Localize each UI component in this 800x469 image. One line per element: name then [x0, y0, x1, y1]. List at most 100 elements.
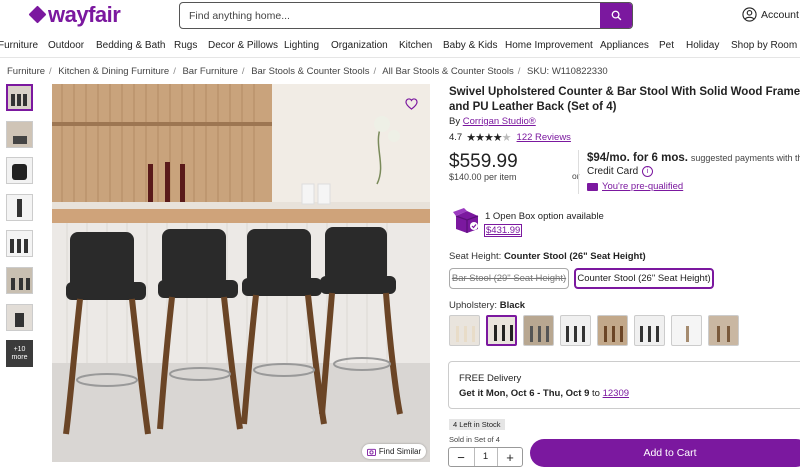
nav-item-decor-pillows[interactable]: Decor & Pillows: [208, 40, 278, 51]
thumbnail-image[interactable]: [6, 266, 33, 294]
delivery-to: to: [592, 388, 600, 399]
search-button[interactable]: [600, 3, 632, 28]
nav-item-holiday[interactable]: Holiday: [686, 40, 719, 51]
account-button[interactable]: Account: [742, 7, 799, 22]
nav-item-kitchen[interactable]: Kitchen: [399, 40, 432, 51]
category-nav: Furniture Outdoor Bedding & Bath Rugs De…: [0, 38, 800, 58]
thumbnail-image[interactable]: [6, 157, 33, 185]
camera-icon: [366, 448, 376, 456]
quantity-decrease-button[interactable]: −: [454, 450, 468, 465]
per-item-price: $140.00 per item: [449, 172, 517, 182]
find-similar-label: Find Similar: [378, 447, 422, 456]
search-icon: [611, 10, 621, 21]
free-delivery-label: FREE Delivery: [459, 373, 522, 384]
rating-value: 4.7: [449, 132, 463, 143]
product-title: Swivel Upholstered Counter & Bar Stool W…: [449, 86, 800, 113]
nav-item-bedding-bath[interactable]: Bedding & Bath: [96, 40, 166, 51]
wayfair-logo[interactable]: wayfair: [28, 2, 121, 27]
favorite-button[interactable]: [405, 97, 418, 115]
reviews-link[interactable]: 122 Reviews: [517, 132, 571, 143]
add-to-cart-label: Add to Cart: [643, 447, 697, 459]
nav-item-home-improvement[interactable]: Home Improvement: [505, 40, 593, 51]
breadcrumb-sku: SKU: W110822330: [527, 66, 608, 77]
rating-row: 4.7 ★★★★★ 122 Reviews: [449, 131, 571, 144]
breadcrumb-separator: /: [173, 66, 176, 77]
main-product-image[interactable]: [52, 84, 430, 462]
thumbnail-image[interactable]: [6, 230, 33, 258]
by-prefix: By: [449, 116, 461, 127]
nav-item-furniture[interactable]: Furniture: [0, 40, 38, 51]
nav-item-shop-by-room[interactable]: Shop by Room: [731, 40, 797, 51]
quantity-stepper: − 1 +: [448, 447, 523, 467]
quantity-value[interactable]: 1: [473, 448, 498, 466]
swatch-option[interactable]: [671, 315, 702, 346]
heart-icon: [405, 98, 418, 110]
swatch-option[interactable]: [597, 315, 628, 346]
thumbnail-image[interactable]: [6, 193, 33, 221]
stock-badge: 4 Left in Stock: [449, 419, 505, 430]
credit-card-icon: [587, 182, 598, 191]
upholstery-label-text: Upholstery:: [449, 300, 498, 311]
thumbnail-image[interactable]: [6, 303, 33, 331]
counter-stool-height-option[interactable]: Counter Stool (26" Seat Height): [574, 268, 714, 289]
product-photo: [52, 84, 430, 462]
monthly-payment-sub: suggested payments with th: [690, 153, 800, 163]
search-bar: [179, 2, 633, 29]
nav-item-baby-kids[interactable]: Baby & Kids: [443, 40, 497, 51]
nav-item-rugs[interactable]: Rugs: [174, 40, 197, 51]
seat-height-value: Counter Stool (26" Seat Height): [503, 251, 646, 262]
thumbnail-image[interactable]: [6, 84, 33, 111]
nav-item-outdoor[interactable]: Outdoor: [48, 40, 84, 51]
zip-code-link[interactable]: 12309: [603, 388, 629, 399]
logo-text: wayfair: [48, 2, 121, 27]
find-similar-button[interactable]: Find Similar: [362, 444, 426, 459]
nav-item-organization[interactable]: Organization: [331, 40, 388, 51]
swatch-option[interactable]: [708, 315, 739, 346]
search-input[interactable]: [180, 3, 600, 28]
quantity-increase-button[interactable]: +: [503, 450, 517, 465]
star-rating-icon: ★★★★★: [466, 132, 511, 144]
more-images-button[interactable]: +10 more: [6, 340, 33, 368]
bar-stool-height-option[interactable]: Bar Stool (29" Seat Height): [449, 268, 569, 289]
product-price: $559.99: [449, 151, 518, 172]
credit-card-line: Credit Card i: [587, 166, 654, 177]
breadcrumb-link[interactable]: Bar Stools & Counter Stools: [251, 66, 369, 77]
delivery-estimate: Get it Mon, Oct 6 - Thu, Oct 9 to 12309: [459, 388, 629, 399]
breadcrumb-link[interactable]: Bar Furniture: [182, 66, 237, 77]
thumbnail-image[interactable]: [6, 120, 33, 148]
swatch-option[interactable]: [634, 315, 665, 346]
user-icon: [742, 7, 757, 22]
financing-offer: $94/mo. for 6 mos. suggested payments wi…: [587, 152, 800, 164]
brand-link[interactable]: Corrigan Studio®: [463, 116, 536, 127]
add-to-cart-button[interactable]: Add to Cart: [530, 439, 800, 467]
breadcrumb-separator: /: [241, 66, 245, 77]
credit-card-label: Credit Card: [587, 166, 639, 177]
breadcrumb-separator: /: [517, 66, 521, 77]
seat-height-label-text: Seat Height:: [449, 251, 502, 262]
swatch-option[interactable]: [523, 315, 554, 346]
info-icon[interactable]: i: [642, 166, 654, 177]
sold-in-set-label: Sold in Set of 4: [449, 435, 500, 444]
nav-item-appliances[interactable]: Appliances: [600, 40, 649, 51]
swatch-option-black[interactable]: [486, 315, 517, 346]
divider: [578, 150, 579, 194]
delivery-dates: Get it Mon, Oct 6 - Thu, Oct 9: [459, 388, 590, 399]
nav-item-lighting[interactable]: Lighting: [284, 40, 319, 51]
brand-line: By Corrigan Studio®: [449, 116, 536, 127]
account-label: Account: [761, 8, 799, 21]
breadcrumb-separator: /: [373, 66, 377, 77]
thumbnail-list: +10 more: [6, 84, 34, 368]
swatch-option[interactable]: [449, 315, 480, 346]
breadcrumb-link[interactable]: Kitchen & Dining Furniture: [58, 66, 169, 77]
swatch-option[interactable]: [560, 315, 591, 346]
header: wayfair Account: [0, 0, 800, 34]
breadcrumb-link[interactable]: Furniture: [7, 66, 45, 77]
prequalified-link[interactable]: You're pre-qualified: [587, 181, 683, 192]
open-box-price-link[interactable]: $431.99: [484, 224, 523, 237]
breadcrumb-link[interactable]: All Bar Stools & Counter Stools: [382, 66, 513, 77]
open-box-text: 1 Open Box option available: [485, 211, 604, 222]
upholstery-label: Upholstery: Black: [449, 300, 525, 311]
upholstery-value: Black: [499, 300, 526, 311]
open-box-icon: [453, 208, 481, 239]
nav-item-pet[interactable]: Pet: [659, 40, 674, 51]
